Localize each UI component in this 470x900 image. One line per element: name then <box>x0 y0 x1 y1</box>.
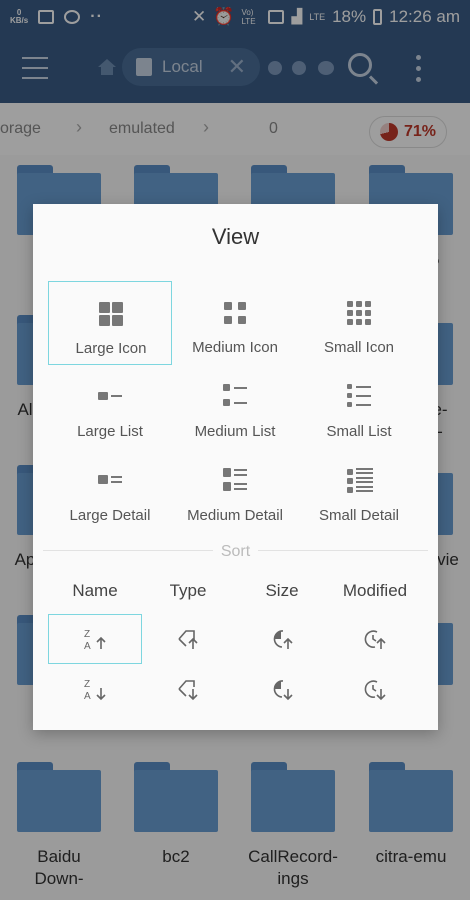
view-option-label: Small Icon <box>323 339 395 356</box>
svg-text:A: A <box>84 641 91 651</box>
small-icon-icon <box>347 301 371 325</box>
sort-type-ascending-icon <box>178 630 198 649</box>
sort-header-modified: Modified <box>342 581 408 600</box>
sort-size-descending-icon <box>273 680 293 701</box>
view-option-large-detail[interactable]: Large Detail <box>48 450 172 534</box>
sort-header-name: Name <box>72 581 118 600</box>
view-option-label: Medium List <box>194 423 276 440</box>
svg-text:Z: Z <box>84 629 90 640</box>
sort-size-ascending-button[interactable] <box>235 614 329 664</box>
dialog-title: View <box>211 224 260 249</box>
view-option-label: Large Detail <box>69 507 151 524</box>
sort-modified-ascending-button[interactable] <box>328 614 422 664</box>
sort-size-descending-button[interactable] <box>235 664 329 714</box>
sort-section-title: Sort <box>33 543 438 561</box>
svg-text:A: A <box>84 691 91 701</box>
sort-section-title-text: Sort <box>212 543 259 560</box>
medium-detail-icon <box>223 468 247 492</box>
medium-icon-icon <box>224 302 246 324</box>
sort-size-ascending-icon <box>273 630 293 649</box>
sort-type-descending-button[interactable] <box>141 664 235 714</box>
svg-text:Z: Z <box>84 679 90 690</box>
view-option-medium-icon[interactable]: Medium Icon <box>173 281 297 365</box>
view-option-small-list[interactable]: Small List <box>297 366 421 450</box>
view-option-label: Large Icon <box>75 340 147 357</box>
view-option-label: Small Detail <box>318 507 400 524</box>
view-option-label: Medium Icon <box>192 339 278 356</box>
sort-name-ascending-button[interactable]: Z A <box>48 614 142 664</box>
sort-modified-descending-icon <box>364 680 386 701</box>
sort-modified-descending-button[interactable] <box>328 664 422 714</box>
small-detail-icon <box>347 468 373 494</box>
view-option-large-list[interactable]: Large List <box>48 366 172 450</box>
sort-type-ascending-button[interactable] <box>141 614 235 664</box>
large-list-icon <box>98 391 122 403</box>
view-option-medium-list[interactable]: Medium List <box>173 366 297 450</box>
view-option-large-icon[interactable]: Large Icon <box>48 281 172 365</box>
sort-name-descending-button[interactable]: Z A <box>48 664 142 714</box>
sort-az-ascending-icon: Z A <box>84 629 106 651</box>
view-option-label: Small List <box>326 423 392 440</box>
view-option-medium-detail[interactable]: Medium Detail <box>173 450 297 534</box>
small-list-icon <box>347 384 371 408</box>
view-dialog: View Large Icon Medium Icon Small Icon L… <box>33 204 438 730</box>
sort-type-descending-icon <box>178 680 198 701</box>
large-icon-icon <box>99 302 123 326</box>
view-option-small-detail[interactable]: Small Detail <box>297 450 421 534</box>
sort-az-descending-icon: Z A <box>84 679 106 701</box>
view-option-label: Large List <box>77 423 143 440</box>
view-option-small-icon[interactable]: Small Icon <box>297 281 421 365</box>
sort-header-size: Size <box>265 581 299 600</box>
medium-list-icon <box>223 384 247 408</box>
large-detail-icon <box>98 475 122 487</box>
sort-modified-ascending-icon <box>364 630 386 649</box>
view-option-label: Medium Detail <box>187 507 283 524</box>
sort-header-type: Type <box>169 581 207 600</box>
